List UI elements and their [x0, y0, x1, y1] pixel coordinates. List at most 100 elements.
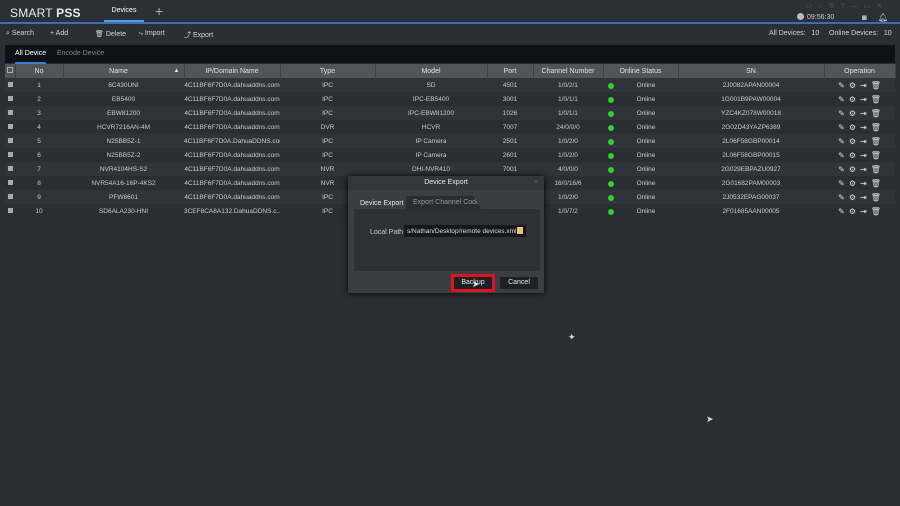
col-ip[interactable]: IP/Domain Name [184, 64, 281, 78]
logo-bold: PSS [56, 6, 81, 20]
row-checkbox[interactable] [5, 190, 15, 204]
row-checkbox[interactable] [5, 120, 15, 134]
col-name[interactable]: Name ▲ [63, 64, 185, 78]
edit-icon[interactable]: ✎ [838, 109, 845, 118]
logout-icon[interactable]: ⇥ [860, 81, 867, 90]
cancel-button[interactable]: Cancel [500, 277, 538, 289]
gear-icon[interactable]: ⚙ [849, 137, 856, 146]
row-checkbox[interactable] [5, 148, 15, 162]
row-checkbox[interactable] [5, 176, 15, 190]
edit-icon[interactable]: ✎ [838, 81, 845, 90]
delete-icon[interactable]: 🗑︎ [871, 193, 881, 202]
edit-icon[interactable]: ✎ [838, 123, 845, 132]
cell-model: SD [375, 78, 487, 92]
delete-icon[interactable]: 🗑︎ [871, 151, 881, 160]
col-sn[interactable]: SN [678, 64, 825, 78]
delete-icon[interactable]: 🗑︎ [871, 179, 881, 188]
logout-icon[interactable]: ⇥ [860, 137, 867, 146]
edit-icon[interactable]: ✎ [838, 207, 845, 216]
table-row[interactable]: 5 N25BB5Z-1 4C11BF6F7D0A.DahuaDDNS.com IPC I… [5, 134, 895, 148]
row-checkbox[interactable] [5, 106, 15, 120]
cell-type: DVR [280, 120, 375, 134]
edit-icon[interactable]: ✎ [838, 137, 845, 146]
logout-icon[interactable]: ⇥ [860, 179, 867, 188]
logout-icon[interactable]: ⇥ [860, 151, 867, 160]
table-row[interactable]: 3 EBW81200 4C11BF6F7D0A.dahuaddns.com IPC IP… [5, 106, 895, 120]
cell-status: Online [603, 92, 678, 106]
delete-icon[interactable]: 🗑︎ [871, 109, 881, 118]
cell-no: 4 [15, 120, 63, 134]
table-row[interactable]: 6 N25BB5Z-2 4C11BF6F7D0A.dahuaddns.com IPC I… [5, 148, 895, 162]
tab-encode-device[interactable]: Encode Device [57, 50, 104, 57]
gear-icon[interactable]: ⚙ [849, 165, 856, 174]
add-tab-button[interactable]: + [155, 3, 163, 19]
delete-icon[interactable]: 🗑︎ [871, 95, 881, 104]
cell-status: Online [603, 204, 678, 218]
sort-asc-icon: ▲ [173, 67, 180, 74]
local-path-input[interactable] [404, 225, 526, 237]
gear-icon[interactable]: ⚙ [849, 95, 856, 104]
cell-type: IPC [280, 106, 375, 120]
delete-button[interactable]: 🗑︎ Delete [95, 30, 126, 38]
add-button[interactable]: + Add [50, 30, 68, 37]
cell-name: N25BB5Z-2 [63, 148, 184, 162]
col-channel[interactable]: Channel Number [533, 64, 604, 78]
row-checkbox[interactable] [5, 162, 15, 176]
select-all-checkbox[interactable] [5, 64, 16, 78]
logout-icon[interactable]: ⇥ [860, 207, 867, 216]
cell-name: NVR4104HS-S2 [63, 162, 184, 176]
tab-devices[interactable]: Devices [104, 0, 144, 22]
export-button[interactable]: ⤴ Export [184, 30, 213, 40]
import-button[interactable]: ⤷ Import [139, 30, 165, 38]
app-logo: SMART PSS [10, 6, 81, 20]
col-no[interactable]: No [15, 64, 64, 78]
folder-icon[interactable] [517, 227, 523, 234]
logout-icon[interactable]: ⇥ [860, 193, 867, 202]
col-model[interactable]: Model [375, 64, 488, 78]
delete-icon[interactable]: 🗑︎ [871, 207, 881, 216]
logout-icon[interactable]: ⇥ [860, 123, 867, 132]
tab-export-channel-code[interactable]: Export Channel Code [406, 196, 481, 209]
gear-icon[interactable]: ⚙ [849, 207, 856, 216]
edit-icon[interactable]: ✎ [838, 95, 845, 104]
row-checkbox[interactable] [5, 92, 15, 106]
delete-icon[interactable]: 🗑︎ [871, 123, 881, 132]
tab-all-device[interactable]: All Device [15, 50, 47, 64]
gear-icon[interactable]: ⚙ [849, 123, 856, 132]
col-type[interactable]: Type [280, 64, 376, 78]
gear-icon[interactable]: ⚙ [849, 81, 856, 90]
cell-type: IPC [280, 134, 375, 148]
row-checkbox[interactable] [5, 134, 15, 148]
logout-icon[interactable]: ⇥ [860, 109, 867, 118]
logout-icon[interactable]: ⇥ [860, 165, 867, 174]
gear-icon[interactable]: ⚙ [849, 109, 856, 118]
row-checkbox[interactable] [5, 204, 15, 218]
gear-icon[interactable]: ⚙ [849, 193, 856, 202]
edit-icon[interactable]: ✎ [838, 179, 845, 188]
table-row[interactable]: 1 6C430UNI 4C11BF6F7D0A.dahuaddns.com IPC SD… [5, 78, 895, 92]
cell-status: Online [603, 78, 678, 92]
edit-icon[interactable]: ✎ [838, 193, 845, 202]
col-status[interactable]: Online Status [603, 64, 679, 78]
delete-icon[interactable]: 🗑︎ [871, 137, 881, 146]
gear-icon[interactable]: ⚙ [849, 151, 856, 160]
delete-icon[interactable]: 🗑︎ [871, 81, 881, 90]
gear-icon[interactable]: ⚙ [849, 179, 856, 188]
bell-icon[interactable]: 🔔︎ [878, 13, 888, 22]
cell-no: 7 [15, 162, 63, 176]
edit-icon[interactable]: ✎ [838, 165, 845, 174]
cell-sn: 2G02D43YAZP6389 [678, 120, 824, 134]
close-icon[interactable]: × [534, 176, 538, 190]
window-controls[interactable]: ⚇⌂⚙?—▭✕ [806, 2, 888, 10]
delete-icon[interactable]: 🗑︎ [871, 165, 881, 174]
record-icon[interactable]: ◙ [862, 13, 867, 22]
table-row[interactable]: 4 HCVR7216AN-4M 4C11BF6F7D0A.dahuaddns.com… [5, 120, 895, 134]
logout-icon[interactable]: ⇥ [860, 95, 867, 104]
row-checkbox[interactable] [5, 78, 15, 92]
table-row[interactable]: 7 NVR4104HS-S2 4C11BF6F7D0A.dahuaddns.com N… [5, 162, 895, 176]
tab-device-export[interactable]: Device Export [360, 200, 404, 207]
col-port[interactable]: Port [487, 64, 534, 78]
table-row[interactable]: 2 EB5400 4C11BF6F7D0A.dahuaddns.com IPC IPC-… [5, 92, 895, 106]
search-button[interactable]: ⌕ Search [6, 30, 34, 38]
edit-icon[interactable]: ✎ [838, 151, 845, 160]
